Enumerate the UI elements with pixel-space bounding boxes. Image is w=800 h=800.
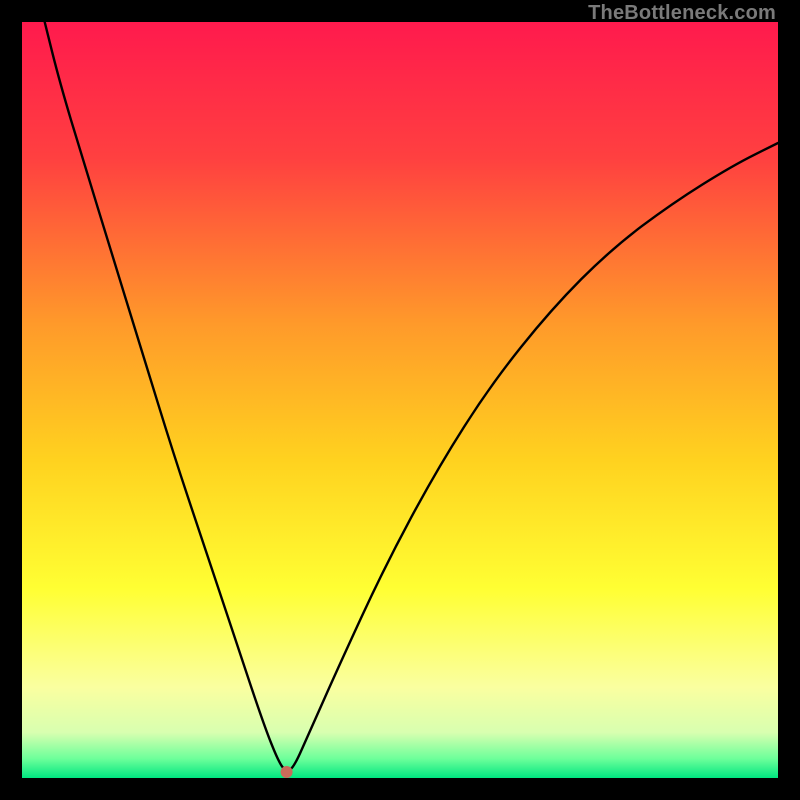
plot-area [22,22,778,778]
bottleneck-curve [45,22,778,770]
curve-layer [22,22,778,778]
chart-frame: TheBottleneck.com [0,0,800,800]
optimum-marker [281,766,293,778]
